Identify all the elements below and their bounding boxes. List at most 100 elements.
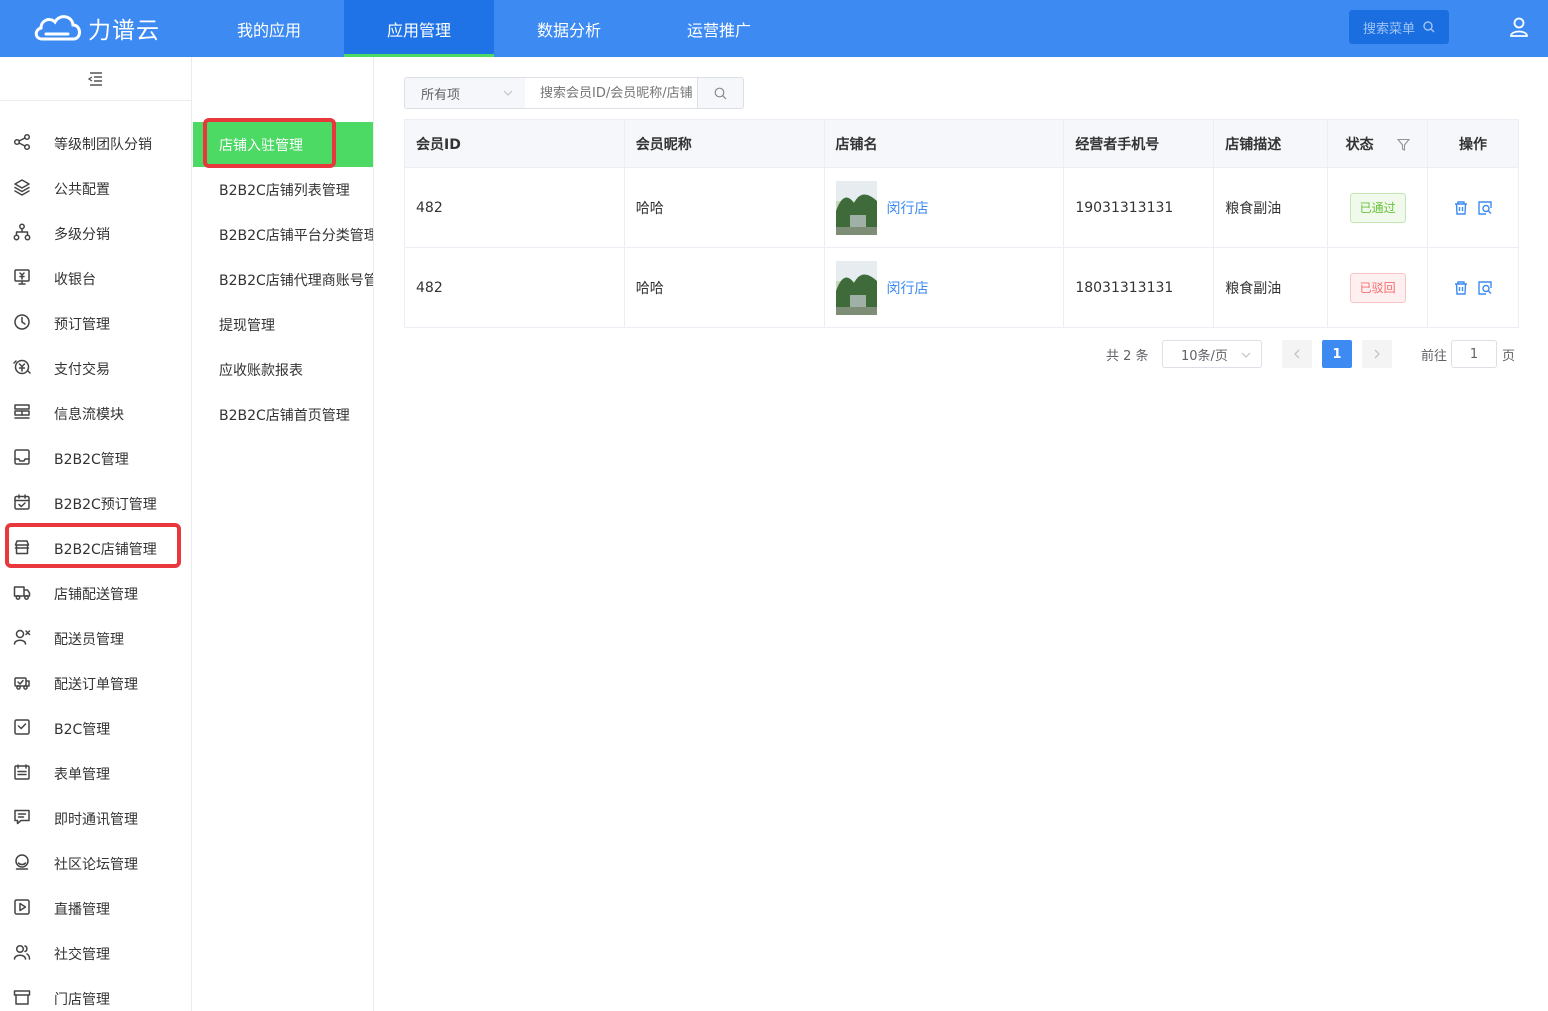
column-header-member-id: 会员ID — [404, 119, 625, 168]
top-bar: 力谱云 我的应用 应用管理 数据分析 运营推广 搜索菜单 — [0, 0, 1548, 57]
nav-app-management[interactable]: 应用管理 — [344, 0, 494, 57]
cell-description: 粮食副油 — [1213, 167, 1329, 248]
share-icon — [13, 133, 31, 151]
logo[interactable]: 力谱云 — [32, 10, 160, 46]
sidebar-item[interactable]: 收银台 — [0, 256, 191, 301]
sidebar-item[interactable]: 预订管理 — [0, 301, 191, 346]
sidebar-item[interactable]: 店铺配送管理 — [0, 571, 191, 616]
cell-description: 粮食副油 — [1213, 247, 1329, 328]
submenu-item-shop-entry[interactable]: 店铺入驻管理 — [193, 122, 373, 167]
sidebar-item-label: 表单管理 — [54, 766, 110, 783]
chevron-left-icon — [1294, 349, 1300, 359]
sidebar-item-label: 配送订单管理 — [54, 676, 138, 693]
column-header-nickname: 会员昵称 — [623, 119, 825, 168]
status-badge: 已通过 — [1349, 192, 1406, 223]
pagination-total: 共 2 条 — [1106, 348, 1149, 364]
sidebar-item[interactable]: 配送员管理 — [0, 616, 191, 661]
sidebar-item[interactable]: 多级分销 — [0, 211, 191, 256]
delete-icon[interactable] — [1453, 200, 1469, 216]
nav-operations-promotion[interactable]: 运营推广 — [644, 0, 794, 57]
sidebar-item[interactable]: 社区论坛管理 — [0, 841, 191, 886]
page-size-value: 10条/页 — [1181, 348, 1228, 364]
sidebar-item-label: 社交管理 — [54, 946, 110, 963]
sidebar-item[interactable]: 等级制团队分销 — [0, 121, 191, 166]
sidebar-item[interactable]: 直播管理 — [0, 886, 191, 931]
sidebar-item-label: 支付交易 — [54, 361, 110, 378]
user-icon[interactable] — [1508, 16, 1530, 38]
clock-icon — [14, 314, 30, 330]
sidebar-item-label: 等级制团队分销 — [54, 136, 152, 153]
shop-name-link[interactable]: 闵行店 — [887, 281, 929, 297]
view-details-icon[interactable] — [1477, 280, 1493, 296]
sidebar-item[interactable]: 支付交易 — [0, 346, 191, 391]
sidebar-toggle[interactable] — [0, 57, 191, 101]
submenu-item-agent-account[interactable]: B2B2C店铺代理商账号管 — [193, 257, 373, 302]
sidebar-item[interactable]: 表单管理 — [0, 751, 191, 796]
play-icon — [14, 899, 30, 915]
submenu-item-withdraw[interactable]: 提现管理 — [193, 302, 373, 347]
submenu: 店铺入驻管理 B2B2C店铺列表管理 B2B2C店铺平台分类管理 B2B2C店铺… — [193, 57, 374, 1011]
submenu-item-platform-category[interactable]: B2B2C店铺平台分类管理 — [193, 212, 373, 257]
sidebar-item-label: 公共配置 — [54, 181, 110, 198]
cell-member-id: 482 — [404, 167, 625, 248]
sidebar-item[interactable]: 信息流模块 — [0, 391, 191, 436]
next-page-button[interactable] — [1362, 340, 1392, 368]
search-button[interactable] — [697, 77, 744, 109]
sidebar-item-label: 配送员管理 — [54, 631, 124, 648]
layers-icon — [14, 179, 30, 196]
sidebar-item[interactable]: B2B2C管理 — [0, 436, 191, 481]
sidebar-item[interactable]: 社交管理 — [0, 931, 191, 976]
shop-icon — [13, 990, 31, 1005]
goto-label: 前往 — [1421, 348, 1448, 364]
sidebar-item[interactable]: B2B2C预订管理 — [0, 481, 191, 526]
org-tree-icon — [13, 223, 31, 241]
store-icon — [14, 540, 30, 555]
delete-icon[interactable] — [1453, 280, 1469, 296]
filter-select[interactable]: 所有项 — [404, 77, 526, 109]
calendar-check-icon — [14, 494, 30, 510]
sidebar-item[interactable]: 配送订单管理 — [0, 661, 191, 706]
shop-name-link[interactable]: 闵行店 — [887, 201, 929, 217]
page-button-1[interactable]: 1 — [1322, 340, 1352, 368]
search-menu-label: 搜索菜单 — [1362, 21, 1415, 37]
nav-my-apps[interactable]: 我的应用 — [194, 0, 344, 57]
search-menu-button[interactable]: 搜索菜单 — [1349, 10, 1449, 44]
table-row: 482 哈哈 闵行店 19031313131 粮食副油 已通过 — [404, 167, 1519, 248]
cell-nickname: 哈哈 — [623, 247, 825, 328]
column-header-status-label: 状态 — [1345, 136, 1374, 153]
sidebar-item[interactable]: B2C管理 — [0, 706, 191, 751]
page-size-select[interactable]: 10条/页 — [1162, 340, 1262, 368]
forum-icon — [15, 854, 29, 870]
sidebar-item-label: 多级分销 — [54, 226, 110, 243]
table-row: 482 哈哈 闵行店 18031313131 粮食副油 已驳回 — [404, 247, 1519, 328]
sidebar-item[interactable]: 门店管理 — [0, 976, 191, 1011]
sidebar-item[interactable]: 公共配置 — [0, 166, 191, 211]
sidebar-item[interactable]: B2B2C店铺管理 — [0, 526, 191, 571]
goto-page-input[interactable] — [1451, 340, 1497, 368]
cell-actions — [1427, 247, 1519, 328]
shop-thumbnail[interactable] — [835, 260, 877, 315]
sidebar-item-label: 店铺配送管理 — [54, 586, 138, 603]
view-details-icon[interactable] — [1477, 200, 1493, 216]
chevron-right-icon — [1374, 349, 1380, 359]
feed-icon — [14, 404, 30, 419]
prev-page-button[interactable] — [1282, 340, 1312, 368]
form-icon — [14, 764, 30, 780]
filter-icon[interactable] — [1396, 138, 1410, 151]
status-badge: 已驳回 — [1349, 272, 1406, 303]
shop-thumbnail[interactable] — [835, 180, 877, 235]
sidebar-item-label: B2B2C管理 — [54, 451, 129, 468]
column-header-status: 状态 — [1327, 119, 1429, 168]
inbox-icon — [14, 449, 30, 465]
submenu-item-shop-list[interactable]: B2B2C店铺列表管理 — [193, 167, 373, 212]
shop-entry-table: 会员ID 会员昵称 店铺名 经营者手机号 店铺描述 状态 操作 482 哈哈 闵… — [404, 119, 1519, 328]
submenu-item-shop-homepage[interactable]: B2B2C店铺首页管理 — [193, 392, 373, 437]
search-icon — [714, 87, 727, 99]
submenu-item-receivables-report[interactable]: 应收账款报表 — [193, 347, 373, 392]
nav-data-analysis[interactable]: 数据分析 — [494, 0, 644, 57]
search-input[interactable] — [525, 77, 698, 109]
cell-phone: 18031313131 — [1063, 247, 1215, 328]
sidebar-item-label: 预订管理 — [54, 316, 110, 333]
chat-icon — [14, 809, 30, 825]
sidebar-item[interactable]: 即时通讯管理 — [0, 796, 191, 841]
